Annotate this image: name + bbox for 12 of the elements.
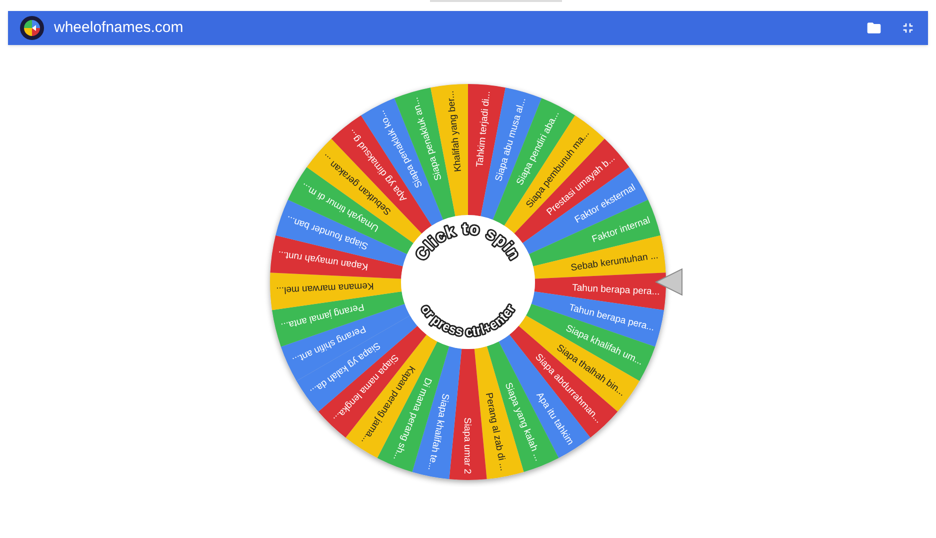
segment-label: Khalifah yang ber... (445, 90, 464, 172)
wheel-logo-icon (20, 16, 44, 40)
segment-label: Siapa umar 2 (462, 417, 472, 474)
site-title: wheelofnames.com (54, 18, 184, 38)
open-folder-icon[interactable] (866, 20, 882, 36)
segment-label: Siapa khalifah te... (425, 392, 451, 472)
segment-label: Kemana marwan mel... (276, 280, 374, 296)
segment-label: Sebab keruntuhan ... (570, 250, 659, 274)
segment-label: Perang al zab di ... (482, 392, 509, 472)
segment-label: Tahkim terjadi di... (474, 90, 493, 168)
segment-label: Kapan umayah runt... (277, 248, 369, 272)
segment-label: Tahun berapa pera... (572, 282, 660, 298)
